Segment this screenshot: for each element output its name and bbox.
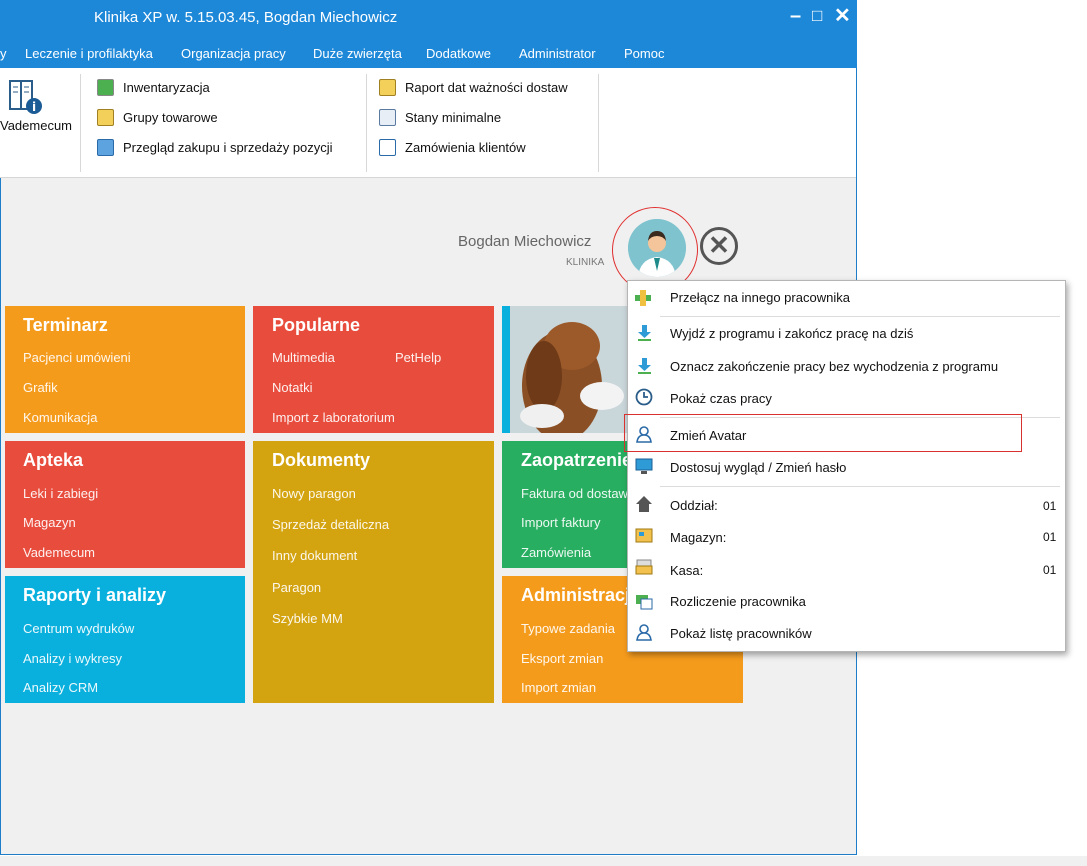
tile-title: Administracja — [521, 585, 641, 605]
vademecum-button[interactable]: Vademecum — [0, 118, 72, 133]
menu-label: Dostosuj wygląd / Zmień hasło — [670, 460, 847, 475]
tile-link[interactable]: Inny dokument — [272, 548, 357, 563]
ribbon-zamowienia-klientow[interactable]: Zamówienia klientów — [405, 140, 526, 155]
user-clinic: KLINIKA — [566, 257, 605, 268]
window-title: Klinika XP w. 5.15.03.45, Bogdan Miechow… — [94, 9, 398, 26]
ribbon-separator — [598, 74, 599, 172]
cash-register-value: 01 — [1043, 563, 1057, 577]
menu-label: Oddział: — [670, 498, 718, 513]
tile-link[interactable]: Pacjenci umówieni — [23, 350, 131, 365]
tile-link[interactable]: Zamówienia — [521, 545, 591, 560]
tile-link[interactable]: Faktura od dostawcy — [521, 486, 641, 501]
tile-link[interactable]: Eksport zmian — [521, 651, 603, 666]
menu-label: Rozliczenie pracownika — [670, 594, 806, 609]
menu-separator — [660, 486, 1060, 487]
menu-separator — [660, 316, 1060, 317]
warehouse-value: 01 — [1043, 530, 1057, 544]
menu-item-leczenie[interactable]: Leczenie i profilaktyka — [25, 46, 153, 61]
tile-link[interactable]: Paragon — [272, 580, 321, 595]
tile-title: Raporty i analizy — [23, 585, 167, 605]
switch-user-icon — [634, 289, 652, 307]
ribbon-inwentaryzacja[interactable]: Inwentaryzacja — [123, 80, 210, 95]
vademecum-icon[interactable]: i — [6, 78, 44, 116]
menu-label: Pokaż czas pracy — [670, 391, 772, 406]
menu-label: Oznacz zakończenie pracy bez wychodzenia… — [670, 359, 999, 374]
ribbon-grupy-towarowe[interactable]: Grupy towarowe — [123, 110, 218, 125]
user-name: Bogdan Miechowicz — [458, 233, 592, 250]
tile-link[interactable]: Magazyn — [23, 515, 76, 530]
tile-link[interactable]: Szybkie MM — [272, 611, 343, 626]
tile-dokumenty[interactable] — [253, 441, 494, 703]
menu-label: Kasa: — [670, 563, 704, 578]
menu-item-administrator[interactable]: Administrator — [519, 46, 596, 61]
menu-item-partial[interactable]: y — [0, 46, 7, 61]
menu-label: Przełącz na innego pracownika — [670, 290, 850, 305]
menu-item-organizacja[interactable]: Organizacja pracy — [181, 46, 286, 61]
tile-link[interactable]: Vademecum — [23, 545, 95, 560]
tile-link[interactable]: Import zmian — [521, 680, 596, 695]
close-circle-icon[interactable]: ✕ — [700, 227, 738, 265]
tile-link[interactable]: PetHelp — [395, 350, 441, 365]
tile-link[interactable]: Komunikacja — [23, 410, 97, 425]
tile-link[interactable]: Leki i zabiegi — [23, 486, 98, 501]
branch-value: 01 — [1043, 499, 1057, 513]
tile-title: Apteka — [23, 450, 84, 470]
menu-label: Pokaż listę pracowników — [670, 626, 812, 641]
purchase-review-icon — [97, 139, 114, 156]
tile-title: Dokumenty — [272, 450, 371, 470]
menu-item-dodatkowe[interactable]: Dodatkowe — [426, 46, 491, 61]
menu-label: Wyjdź z programu i zakończ pracę na dziś — [670, 326, 914, 341]
clock-icon — [635, 388, 653, 406]
close-window-button[interactable]: ✕ — [834, 4, 851, 28]
home-icon — [635, 495, 653, 513]
ribbon-przeglad-zakupu[interactable]: Przegląd zakupu i sprzedaży pozycji — [123, 140, 333, 155]
cash-register-icon — [635, 558, 653, 576]
svg-text:i: i — [32, 100, 36, 114]
tile-link[interactable]: Grafik — [23, 380, 58, 395]
user-list-icon — [635, 623, 653, 641]
tile-link[interactable]: Centrum wydruków — [23, 621, 134, 636]
change-avatar-highlight — [624, 414, 1022, 452]
tile-link[interactable]: Nowy paragon — [272, 486, 356, 501]
download-arrow-icon — [636, 357, 654, 375]
menu-item-duze-zwierzeta[interactable]: Duże zwierzęta — [313, 46, 402, 61]
minimize-button[interactable]: – — [790, 4, 801, 28]
ribbon-separator — [80, 74, 81, 172]
monitor-icon — [635, 457, 653, 475]
maximize-button[interactable]: □ — [812, 4, 822, 28]
tile-title: Terminarz — [23, 315, 108, 335]
product-groups-icon — [97, 109, 114, 126]
expiry-report-icon — [379, 79, 396, 96]
download-arrow-icon — [636, 324, 654, 342]
tile-link[interactable]: Multimedia — [272, 350, 335, 365]
ribbon-stany-minimalne[interactable]: Stany minimalne — [405, 110, 501, 125]
status-strip — [0, 856, 1087, 866]
tile-link[interactable]: Notatki — [272, 380, 312, 395]
tile-link[interactable]: Import z laboratorium — [272, 410, 395, 425]
tile-link[interactable]: Import faktury — [521, 515, 600, 530]
menu-item-pomoc[interactable]: Pomoc — [624, 46, 664, 61]
settlement-icon — [635, 592, 653, 610]
ribbon-raport-dat[interactable]: Raport dat ważności dostaw — [405, 80, 568, 95]
client-orders-icon — [379, 139, 396, 156]
ribbon-separator — [366, 74, 367, 172]
tile-link[interactable]: Typowe zadania — [521, 621, 615, 636]
menu-label: Magazyn: — [670, 530, 727, 545]
minimum-stock-icon — [379, 109, 396, 126]
tile-link[interactable]: Analizy i wykresy — [23, 651, 122, 666]
warehouse-icon — [635, 526, 653, 544]
inventory-icon — [97, 79, 114, 96]
tile-title: Popularne — [272, 315, 361, 335]
tile-title: Zaopatrzenie — [521, 450, 633, 470]
tile-link[interactable]: Sprzedaż detaliczna — [272, 517, 389, 532]
tile-link[interactable]: Analizy CRM — [23, 680, 98, 695]
